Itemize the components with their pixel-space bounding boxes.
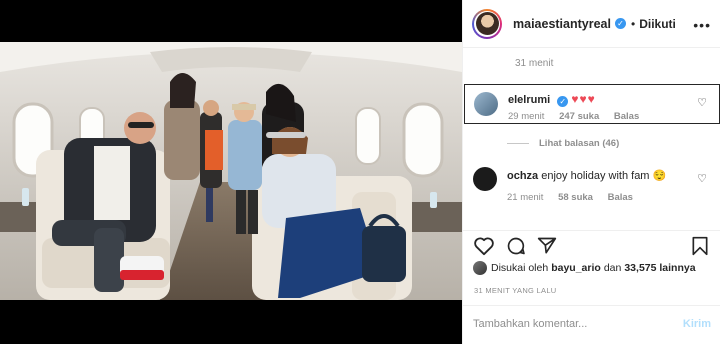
like-heart-icon[interactable] [473, 236, 495, 256]
likes-prefix: Disukai oleh [491, 262, 549, 274]
comment-time[interactable]: 29 menit [508, 111, 544, 122]
liker-username[interactable]: bayu_ario [551, 262, 601, 274]
liker-avatar[interactable] [473, 261, 487, 275]
author-username[interactable]: maiaestiantyreal [513, 17, 611, 31]
likes-connector: dan [603, 262, 622, 274]
comment-like-heart-icon[interactable]: ♡ [697, 172, 707, 185]
comments-list: 31 menit elelrumi ✓ ♥♥♥ 29 menit 247 suk… [463, 48, 720, 230]
comment-icon[interactable] [506, 236, 526, 256]
commenter-avatar[interactable] [474, 92, 498, 116]
post-comment-button[interactable]: Kirim [683, 318, 711, 330]
share-send-icon[interactable] [537, 236, 557, 256]
comment-text: ♥♥♥ [571, 92, 596, 106]
private-jet-cabin-image [0, 42, 462, 300]
verified-badge-icon: ✓ [557, 96, 569, 107]
following-button[interactable]: Diikuti [639, 17, 676, 31]
caption-time: 31 menit [515, 58, 554, 69]
comment-likes[interactable]: 58 suka [558, 192, 593, 203]
commenter-username[interactable]: ochza [507, 170, 538, 182]
likes-summary: Disukai oleh bayu_ario dan 33,575 lainny… [473, 261, 699, 275]
comment-item: ochza enjoy holiday with fam 😌 21 menit … [463, 160, 720, 204]
post-header: maiaestiantyreal ✓ • Diikuti ••• [463, 0, 720, 48]
post-side-panel: maiaestiantyreal ✓ • Diikuti ••• 31 meni… [462, 0, 720, 344]
comment-like-heart-icon[interactable]: ♡ [697, 96, 707, 109]
post-actions-bar [463, 230, 720, 260]
comment-item-highlighted: elelrumi ✓ ♥♥♥ 29 menit 247 suka Balas ♡ [464, 84, 720, 124]
comment-likes[interactable]: 247 suka [559, 111, 599, 122]
reply-button[interactable]: Balas [614, 111, 639, 122]
commenter-username[interactable]: elelrumi [508, 94, 550, 106]
post-timestamp[interactable]: 31 MENIT YANG LALU [474, 286, 557, 295]
comment-text: enjoy holiday with fam 😌 [541, 170, 667, 182]
instagram-post-modal: maiaestiantyreal ✓ • Diikuti ••• 31 meni… [0, 0, 720, 344]
verified-badge-icon: ✓ [614, 18, 626, 29]
view-replies-button[interactable]: Lihat balasan (46) [507, 138, 619, 149]
more-horizontal-icon[interactable]: ••• [693, 17, 711, 33]
reply-button[interactable]: Balas [608, 192, 633, 203]
likes-count[interactable]: 33,575 lainnya [624, 262, 695, 274]
author-avatar[interactable] [472, 8, 502, 39]
bookmark-save-icon[interactable] [691, 236, 709, 256]
header-separator: • [630, 16, 636, 31]
add-comment-bar: Kirim [463, 305, 720, 344]
post-photo[interactable] [0, 42, 462, 300]
comment-time[interactable]: 21 menit [507, 192, 543, 203]
comment-input[interactable] [473, 318, 653, 330]
commenter-avatar[interactable] [473, 167, 497, 191]
